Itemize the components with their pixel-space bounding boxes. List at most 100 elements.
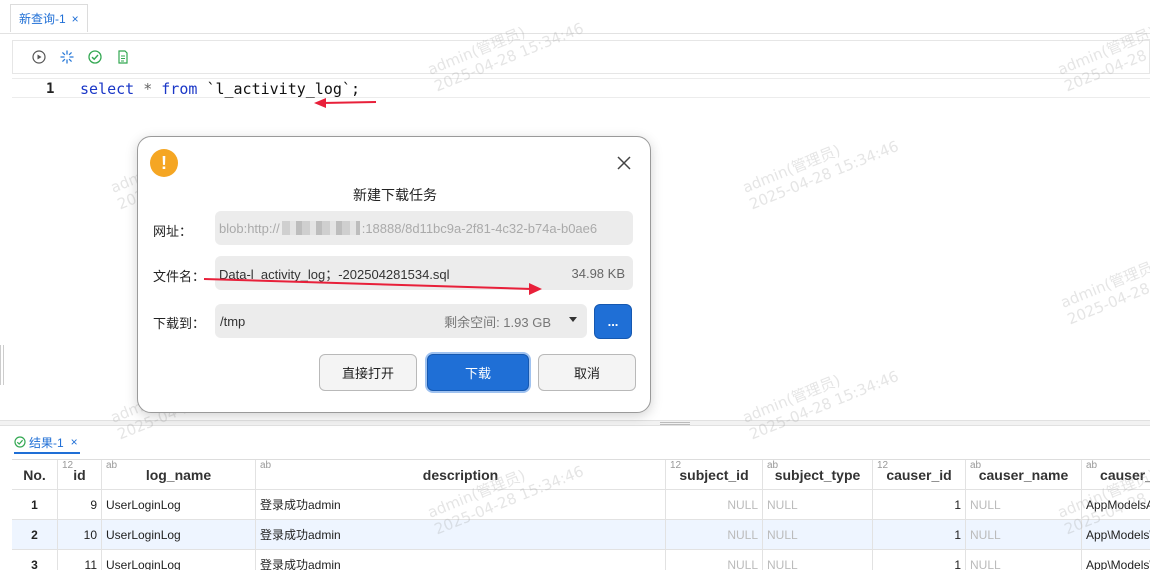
- column-type-tag: ab: [767, 460, 779, 471]
- check-icon[interactable]: [87, 49, 103, 65]
- filename-field[interactable]: Data-l_activity_log；-202504281534.sql 34…: [215, 256, 633, 290]
- download-dialog: ! 新建下载任务 网址： blob:http:// :18888/8d11bc9…: [137, 136, 651, 413]
- column-header[interactable]: 12 subject_id: [666, 460, 763, 490]
- editor-line[interactable]: 1 select * from `l_activity_log`;: [12, 78, 1150, 98]
- column-header-label: subject_type: [774, 466, 861, 483]
- cancel-button[interactable]: 取消: [538, 354, 636, 391]
- sql-keyword-from: from: [161, 80, 198, 98]
- close-icon[interactable]: [616, 155, 632, 171]
- line-number: 1: [46, 81, 55, 97]
- column-type-tag: ab: [970, 460, 982, 471]
- column-type-tag: 12: [670, 460, 682, 471]
- table-row[interactable]: 3 11 UserLoginLog 登录成功admin NULL NULL 1 NULL App…: [12, 550, 1150, 570]
- table-cell[interactable]: 9: [58, 490, 102, 520]
- browse-button[interactable]: ...: [594, 304, 632, 339]
- dest-select[interactable]: /tmp 剩余空间: 1.93 GB: [215, 304, 587, 338]
- column-header-label: description: [422, 466, 499, 483]
- table-cell[interactable]: NULL: [966, 490, 1082, 520]
- column-header[interactable]: 12 causer_id: [873, 460, 966, 490]
- query-tab-bar: 新查询-1 ×: [0, 0, 1150, 34]
- row-number[interactable]: 2: [12, 520, 58, 550]
- table-cell[interactable]: NULL: [966, 550, 1082, 570]
- chevron-down-icon: [569, 317, 577, 322]
- column-header[interactable]: ab causer_: [1082, 460, 1150, 490]
- url-field[interactable]: blob:http:// :18888/8d11bc9a-2f81-4c32-b…: [215, 211, 633, 245]
- filename-label: 文件名：: [153, 269, 206, 284]
- editor-toolbar: [12, 40, 1150, 74]
- column-header-label: causer_name: [978, 466, 1069, 483]
- editor-result-splitter[interactable]: [0, 420, 1150, 426]
- table-cell[interactable]: NULL: [763, 520, 873, 550]
- table-cell[interactable]: NULL: [666, 520, 763, 550]
- column-header-label: causer_: [1100, 466, 1150, 483]
- table-cell[interactable]: 登录成功admin: [256, 550, 666, 570]
- column-header[interactable]: 12 id: [58, 460, 102, 490]
- sql-semicolon: ;: [350, 80, 360, 98]
- column-type-tag: 12: [877, 460, 889, 471]
- result-check-icon: [14, 436, 26, 448]
- splitter-grip[interactable]: [660, 422, 690, 425]
- sql-table-name: `l_activity_log`: [206, 80, 351, 98]
- url-redacted-host: [281, 221, 360, 235]
- filename-value: Data-l_activity_log；-202504281534.sql: [219, 266, 450, 282]
- table-cell[interactable]: NULL: [666, 550, 763, 570]
- table-cell[interactable]: NULL: [763, 490, 873, 520]
- filesize-value: 34.98 KB: [571, 265, 626, 281]
- row-number[interactable]: 3: [12, 550, 58, 570]
- column-header-label: No.: [23, 466, 46, 483]
- sql-keyword-select: select: [80, 80, 135, 98]
- free-space: 剩余空间: 1.93 GB: [444, 314, 551, 330]
- table-cell[interactable]: 登录成功admin: [256, 520, 666, 550]
- column-header[interactable]: ab description: [256, 460, 666, 490]
- table-cell[interactable]: NULL: [763, 550, 873, 570]
- table-cell[interactable]: NULL: [666, 490, 763, 520]
- url-prefix: blob:http://: [219, 220, 280, 236]
- url-suffix: :18888/8d11bc9a-2f81-4c32-b74a-b0ae6: [361, 220, 598, 236]
- table-cell[interactable]: 1: [873, 550, 966, 570]
- column-header-label: id: [73, 466, 86, 483]
- tab-query-1[interactable]: 新查询-1 ×: [10, 4, 88, 32]
- table-cell[interactable]: UserLoginLog: [102, 520, 256, 550]
- open-directly-button[interactable]: 直接打开: [319, 354, 417, 391]
- tab-close-icon[interactable]: ×: [72, 12, 79, 26]
- result-grid: No. 12 id ab log_name ab description 12 subject_…: [12, 459, 1150, 570]
- warning-icon: !: [150, 149, 178, 177]
- dest-label: 下载到：: [153, 316, 206, 331]
- table-cell[interactable]: App\Models\: [1082, 550, 1150, 570]
- dest-path: /tmp: [220, 313, 246, 329]
- column-header[interactable]: ab causer_name: [966, 460, 1082, 490]
- format-icon[interactable]: [59, 49, 75, 65]
- sql-code[interactable]: select * from `l_activity_log`;: [80, 80, 360, 98]
- row-number[interactable]: 1: [12, 490, 58, 520]
- table-cell[interactable]: App\Models\: [1082, 520, 1150, 550]
- grid-header-row: No. 12 id ab log_name ab description 12 subject_…: [12, 460, 1150, 490]
- table-cell[interactable]: 1: [873, 520, 966, 550]
- table-row[interactable]: 2 10 UserLoginLog 登录成功admin NULL NULL 1 NULL App…: [12, 520, 1150, 550]
- table-cell[interactable]: AppModelsA: [1082, 490, 1150, 520]
- download-button[interactable]: 下载: [427, 354, 529, 391]
- table-cell[interactable]: 登录成功admin: [256, 490, 666, 520]
- table-cell[interactable]: 1: [873, 490, 966, 520]
- explain-icon[interactable]: [115, 49, 131, 65]
- left-resize-handle[interactable]: [0, 345, 4, 385]
- app-window: 新查询-1 × 1 select * from `l_activity_log`…: [0, 0, 1150, 570]
- column-type-tag: ab: [1086, 460, 1098, 471]
- table-cell[interactable]: UserLoginLog: [102, 550, 256, 570]
- table-cell[interactable]: 10: [58, 520, 102, 550]
- column-header[interactable]: ab subject_type: [763, 460, 873, 490]
- table-cell[interactable]: 11: [58, 550, 102, 570]
- result-tab-close-icon[interactable]: ×: [71, 435, 78, 449]
- column-type-tag: ab: [106, 460, 118, 471]
- table-cell[interactable]: UserLoginLog: [102, 490, 256, 520]
- table-cell[interactable]: NULL: [966, 520, 1082, 550]
- column-type-tag: 12: [62, 460, 74, 471]
- url-label: 网址：: [153, 224, 193, 239]
- column-header[interactable]: ab log_name: [102, 460, 256, 490]
- column-header-label: log_name: [145, 466, 212, 483]
- table-row[interactable]: 1 9 UserLoginLog 登录成功admin NULL NULL 1 NULL AppM…: [12, 490, 1150, 520]
- tab-label: 新查询-1: [19, 12, 66, 26]
- column-header-label: subject_id: [679, 466, 749, 483]
- column-header[interactable]: No.: [12, 460, 58, 490]
- tab-result-1[interactable]: 结果-1 ×: [14, 432, 80, 454]
- run-icon[interactable]: [31, 49, 47, 65]
